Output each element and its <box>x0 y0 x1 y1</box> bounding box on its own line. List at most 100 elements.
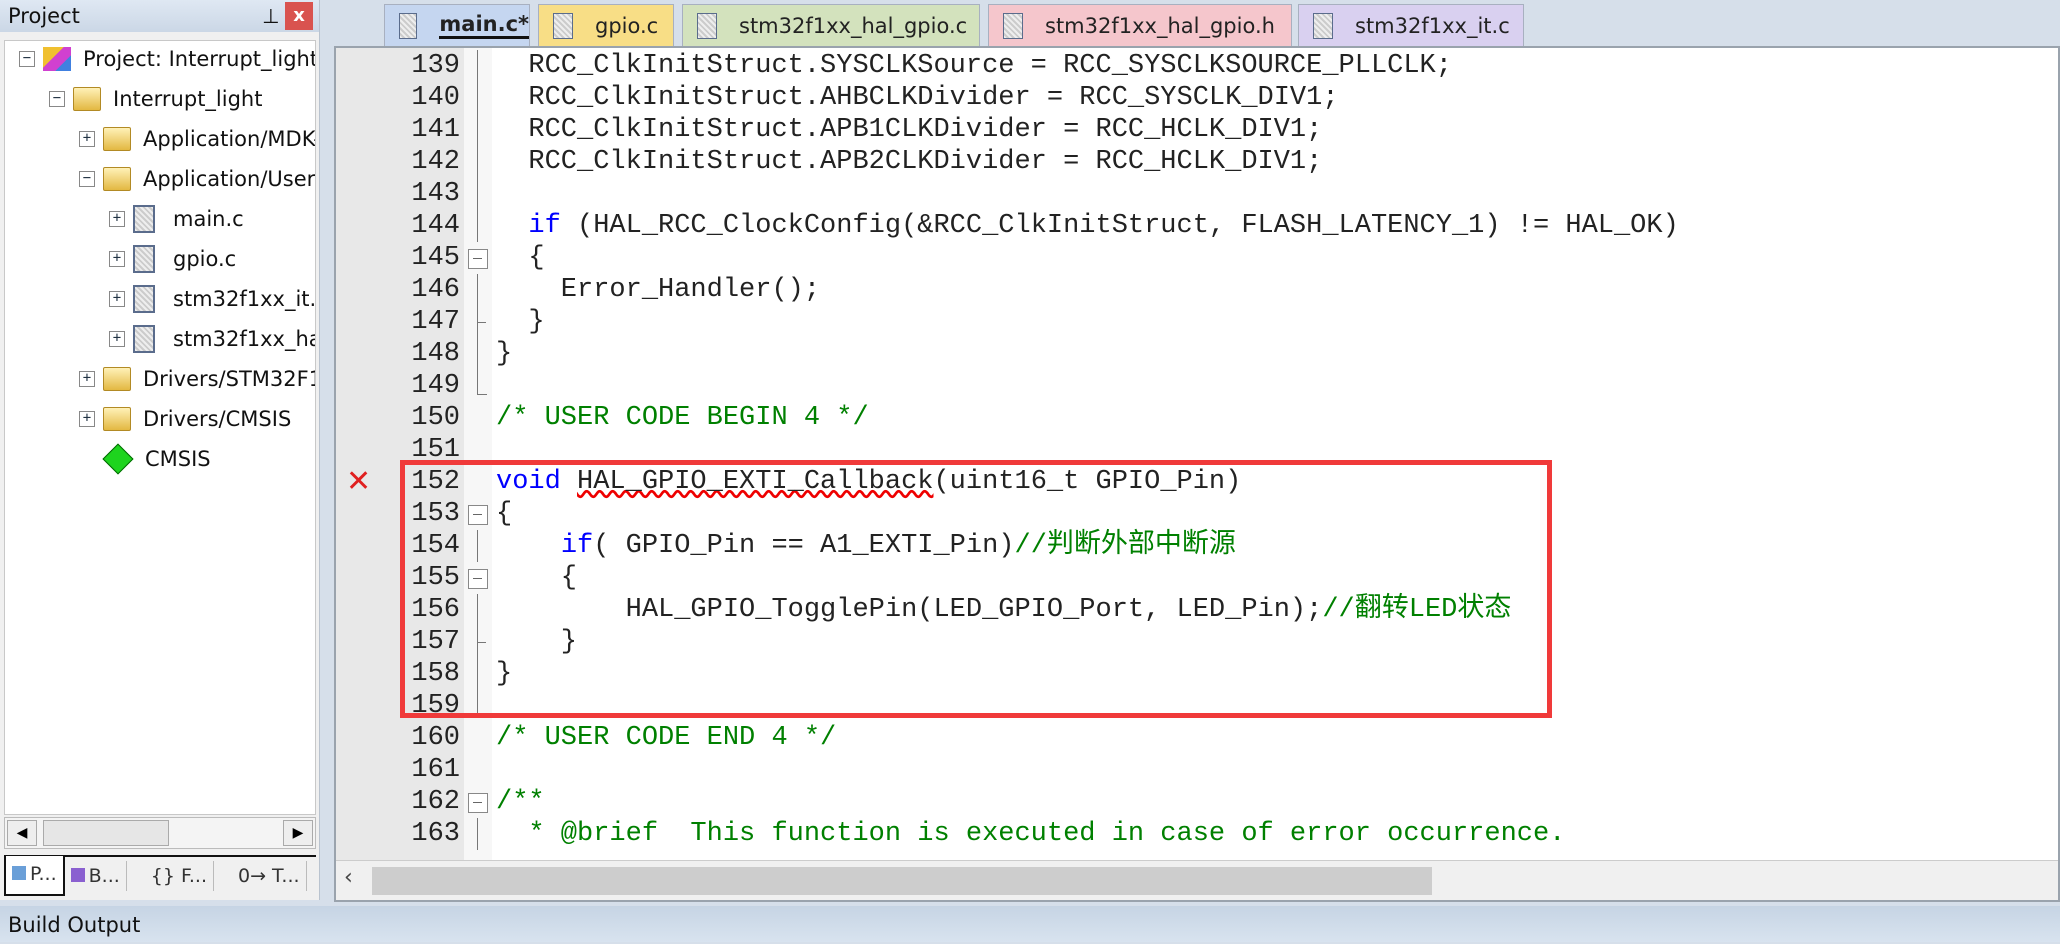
code-line[interactable]: 139 RCC_ClkInitStruct.SYSCLKSource = RCC… <box>336 50 2058 82</box>
fold-line <box>468 210 488 242</box>
scrollbar-thumb[interactable] <box>372 867 1432 895</box>
code-line[interactable]: 144 if (HAL_RCC_ClockConfig(&RCC_ClkInit… <box>336 210 2058 242</box>
fold-line <box>468 818 488 850</box>
code-text: /* USER CODE END 4 */ <box>496 722 836 754</box>
fold-toggle-icon[interactable] <box>468 242 488 274</box>
tree-item-label: Application/MDK-ARM <box>143 127 315 151</box>
code-line[interactable]: 141 RCC_ClkInitStruct.APB1CLKDivider = R… <box>336 114 2058 146</box>
tree-item[interactable]: + stm32f1xx_it.c <box>109 281 315 317</box>
code-line[interactable]: 160 /* USER CODE END 4 */ <box>336 722 2058 754</box>
code-line[interactable]: 142 RCC_ClkInitStruct.APB2CLKDivider = R… <box>336 146 2058 178</box>
code-token: RCC_ClkInitStruct.APB2CLKDivider = RCC_H… <box>496 147 1323 177</box>
tree-item[interactable]: + stm32f1xx_hal_msp.c <box>109 321 315 357</box>
tree-item-label: Drivers/CMSIS <box>143 407 292 431</box>
project-panel-tabs: P... B... {} F... 0→ T... <box>4 855 316 896</box>
tab-stm32f1xx-hal-gpio-c[interactable]: stm32f1xx_hal_gpio.c <box>682 4 980 46</box>
comment: /* USER CODE BEGIN 4 */ <box>496 403 869 433</box>
fold-line <box>468 146 488 178</box>
panel-tab[interactable]: B... <box>65 861 127 891</box>
expand-icon[interactable]: + <box>109 331 125 347</box>
code-line[interactable]: 146 Error_Handler(); <box>336 274 2058 306</box>
scroll-left-arrow-icon[interactable]: ◀ <box>7 820 37 846</box>
expand-icon[interactable]: + <box>79 411 95 427</box>
tree-item[interactable]: + main.c <box>109 201 244 237</box>
editor-horizontal-scrollbar[interactable]: ‹ <box>336 860 2058 900</box>
tree-item[interactable]: + Application/MDK-ARM <box>79 121 315 157</box>
scroll-left-arrow-icon[interactable]: ‹ <box>344 865 353 890</box>
error-x-icon: ✕ <box>346 464 372 499</box>
expand-icon[interactable]: + <box>109 291 125 307</box>
collapse-icon[interactable]: − <box>19 51 35 67</box>
pin-icon[interactable]: ⊥ <box>257 4 285 28</box>
fold-toggle-icon[interactable] <box>468 786 488 818</box>
tree-item[interactable]: − Project: Interrupt_light <box>19 41 316 77</box>
tree-item[interactable]: CMSIS <box>79 441 211 477</box>
tree-item-label: Project: Interrupt_light <box>83 47 316 71</box>
line-number: 163 <box>411 819 460 849</box>
panel-tab[interactable]: P... <box>4 856 65 896</box>
code-line[interactable]: 150 /* USER CODE BEGIN 4 */ <box>336 402 2058 434</box>
tree-item-label: main.c <box>173 207 244 231</box>
tab-gpio-c[interactable]: gpio.c <box>538 4 674 46</box>
folder-icon <box>103 127 131 151</box>
line-number: 146 <box>411 275 460 305</box>
code-line[interactable]: 145 { <box>336 242 2058 274</box>
tree-item-label: CMSIS <box>145 447 211 471</box>
tab-label: main.c* <box>439 12 529 39</box>
tree-item[interactable]: − Interrupt_light <box>49 81 262 117</box>
tree-item-label: Application/User <box>143 167 316 191</box>
line-number: 149 <box>411 371 460 401</box>
project-panel-title: Project <box>8 4 80 28</box>
tree-item[interactable]: + Drivers/STM32F1xx_HAL_Driver <box>79 361 315 397</box>
code-line[interactable]: 149 <box>336 370 2058 402</box>
comment: /** <box>496 787 545 817</box>
code-text: if (HAL_RCC_ClockConfig(&RCC_ClkInitStru… <box>496 210 1678 242</box>
expand-icon[interactable]: + <box>79 371 95 387</box>
line-number: 161 <box>411 755 460 785</box>
target-folder-icon <box>73 87 101 111</box>
tab-label: gpio.c <box>595 13 659 38</box>
tab-main-c-[interactable]: main.c* <box>384 4 530 46</box>
tree-item[interactable]: + gpio.c <box>109 241 236 277</box>
file-icon <box>133 325 155 353</box>
fold-line <box>468 82 488 114</box>
code-line[interactable]: 147 } <box>336 306 2058 338</box>
scrollbar-thumb[interactable] <box>43 820 169 846</box>
code-editor[interactable]: 139 RCC_ClkInitStruct.SYSCLKSource = RCC… <box>334 46 2060 902</box>
project-tab-icon <box>12 866 26 880</box>
code-text: /** <box>496 786 545 818</box>
code-line[interactable]: 148} <box>336 338 2058 370</box>
code-line[interactable]: 162 /** <box>336 786 2058 818</box>
code-line[interactable]: 163 * @brief This function is executed i… <box>336 818 2058 850</box>
code-text: * @brief This function is executed in ca… <box>496 818 1565 850</box>
code-line[interactable]: 140 RCC_ClkInitStruct.AHBCLKDivider = RC… <box>336 82 2058 114</box>
code-text: RCC_ClkInitStruct.SYSCLKSource = RCC_SYS… <box>496 50 1452 82</box>
file-icon <box>133 285 155 313</box>
expand-icon[interactable]: + <box>79 131 95 147</box>
tree-item[interactable]: + Drivers/CMSIS <box>79 401 291 437</box>
close-panel-button[interactable]: x <box>285 2 313 30</box>
tab-stm32f1xx-it-c[interactable]: stm32f1xx_it.c <box>1298 4 1524 46</box>
panel-tab[interactable]: {} F... <box>127 861 214 891</box>
folder-icon <box>103 407 131 431</box>
code-text: /* USER CODE BEGIN 4 */ <box>496 402 869 434</box>
code-token: } <box>496 339 513 369</box>
tree-item-label: stm32f1xx_hal_msp.c <box>173 327 315 351</box>
code-line[interactable]: 143 <box>336 178 2058 210</box>
file-icon <box>553 12 573 39</box>
project-horizontal-scrollbar[interactable]: ◀ ▶ <box>4 817 316 849</box>
file-icon <box>1003 12 1023 39</box>
tree-item[interactable]: − Application/User <box>79 161 315 197</box>
collapse-icon[interactable]: − <box>49 91 65 107</box>
code-line[interactable]: 161 <box>336 754 2058 786</box>
build-output-panel-header: Build Output <box>0 906 2060 942</box>
code-token: } <box>496 307 545 337</box>
panel-tab[interactable]: 0→ T... <box>214 861 307 891</box>
collapse-icon[interactable]: − <box>79 171 95 187</box>
line-number: 162 <box>411 787 460 817</box>
tab-stm32f1xx-hal-gpio-h[interactable]: stm32f1xx_hal_gpio.h <box>988 4 1292 46</box>
scroll-right-arrow-icon[interactable]: ▶ <box>283 820 313 846</box>
expand-icon[interactable]: + <box>109 211 125 227</box>
expand-icon[interactable]: + <box>109 251 125 267</box>
code-text: RCC_ClkInitStruct.APB1CLKDivider = RCC_H… <box>496 114 1322 146</box>
